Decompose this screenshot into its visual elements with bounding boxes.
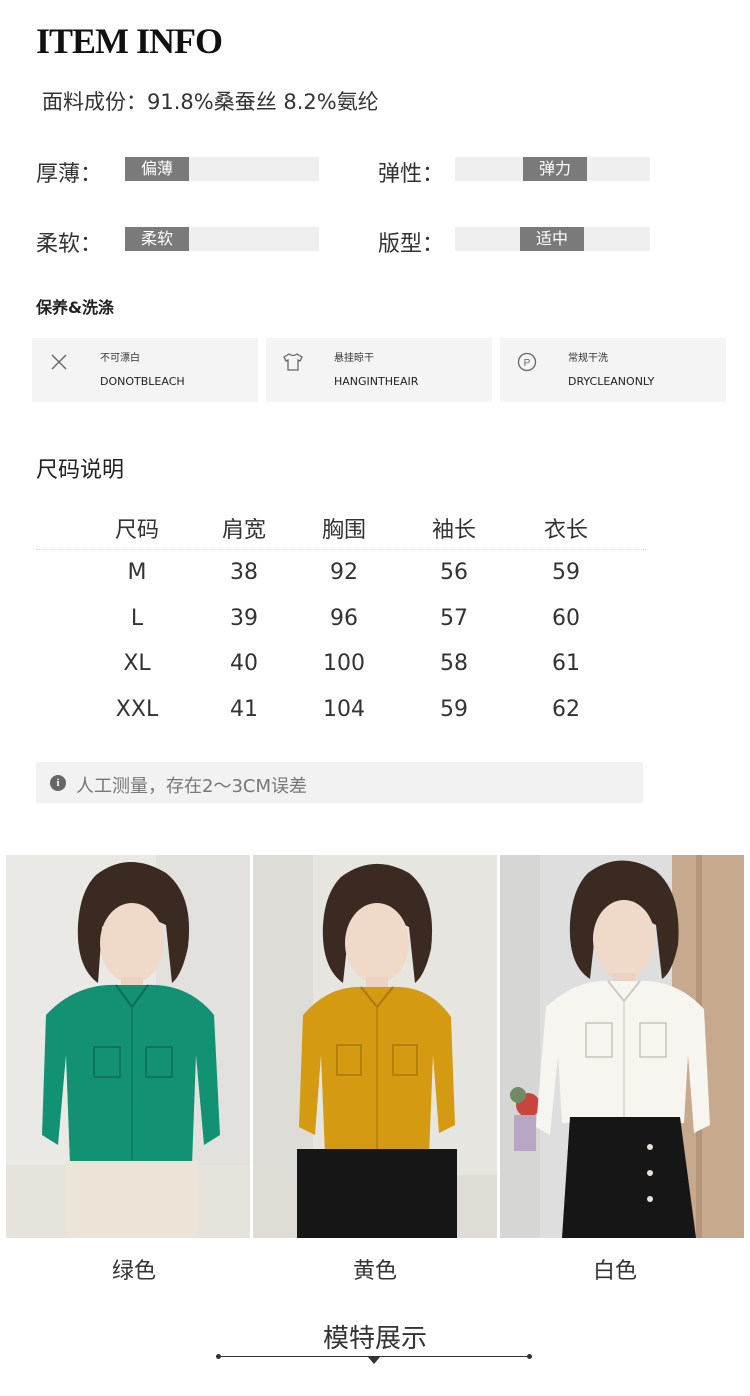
model-photo-green [6, 855, 250, 1238]
measurement-note-text: 人工测量，存在2～3CM误差 [76, 776, 308, 797]
thickness-label: 厚薄： [36, 162, 103, 187]
table-cell: 58 [440, 651, 468, 676]
table-row: XL 40 100 58 61 [36, 641, 646, 687]
fit-bar: 适中 [455, 227, 650, 251]
no-bleach-icon [51, 354, 67, 370]
table-cell: 59 [440, 696, 468, 722]
table-cell: 38 [230, 560, 258, 585]
care-cn-label: 常规干洗 [568, 353, 608, 364]
measurement-note: i 人工测量，存在2～3CM误差 [36, 762, 643, 803]
table-cell: 57 [440, 605, 468, 631]
table-cell: XXL [115, 696, 159, 722]
fit-label: 版型： [378, 232, 445, 257]
hang-dry-shirt-icon [283, 353, 303, 371]
size-chart-title: 尺码说明 [36, 458, 125, 483]
divider-arrow-icon [368, 1357, 380, 1364]
care-en-label: HANGINTHEAIR [334, 375, 419, 388]
elasticity-label: 弹性： [378, 162, 445, 187]
svg-text:P: P [524, 358, 531, 369]
table-cell: L [130, 605, 144, 631]
softness-bar: 柔软 [125, 227, 319, 251]
thickness-bar: 偏薄 [125, 157, 319, 181]
table-cell: 100 [323, 651, 365, 676]
elasticity-value: 弹力 [523, 157, 587, 181]
header-cell: 袖长 [431, 518, 476, 543]
care-card-no-bleach: 不可漂白 DONOTBLEACH [32, 338, 258, 402]
header-cell: 衣长 [543, 518, 588, 543]
model-photo-yellow [253, 855, 497, 1238]
color-label-yellow: 黄色 [352, 1259, 397, 1284]
table-row: L 39 96 57 60 [36, 596, 646, 642]
table-cell: XL [123, 651, 151, 676]
care-cn-label: 悬挂晾干 [334, 353, 374, 364]
table-row: M 38 92 56 59 [36, 550, 646, 596]
table-cell: 59 [552, 560, 580, 585]
care-en-label: DRYCLEANONLY [568, 375, 655, 388]
divider-dot-right [527, 1354, 532, 1359]
size-table-header: 尺码 肩宽 胸围 袖长 衣长 [36, 505, 646, 550]
table-cell: 61 [552, 651, 580, 676]
softness-value: 柔软 [125, 227, 189, 251]
page-title: ITEM INFO [36, 21, 223, 61]
elasticity-bar: 弹力 [455, 157, 650, 181]
table-cell: M [127, 560, 147, 585]
model-photo-white [500, 855, 744, 1238]
table-cell: 60 [552, 605, 580, 631]
table-cell: 56 [440, 560, 468, 585]
table-cell: 96 [330, 605, 358, 631]
table-cell: 41 [230, 696, 258, 722]
header-cell: 胸围 [321, 518, 366, 543]
size-table: 尺码 肩宽 胸围 袖长 衣长 M 38 92 56 59 L 39 96 57 … [36, 505, 646, 732]
care-card-dry-clean: P 常规干洗 DRYCLEANONLY [500, 338, 726, 402]
dry-clean-p-icon: P [517, 352, 537, 372]
table-cell: 104 [323, 696, 365, 722]
table-cell: 39 [230, 605, 258, 631]
softness-label: 柔软： [36, 232, 103, 257]
info-icon: i [50, 775, 66, 791]
fit-value: 适中 [520, 227, 584, 251]
table-row: XXL 41 104 59 62 [36, 687, 646, 733]
color-label-white: 白色 [592, 1259, 637, 1284]
fabric-composition: 面料成份：91.8%桑蚕丝 8.2%氨纶 [42, 90, 379, 114]
divider-dot-left [216, 1354, 221, 1359]
thickness-value: 偏薄 [125, 157, 189, 181]
color-label-green: 绿色 [111, 1259, 156, 1284]
table-cell: 62 [552, 696, 580, 722]
care-cn-label: 不可漂白 [100, 353, 140, 364]
model-section-title: 模特展示 [322, 1324, 427, 1354]
table-cell: 40 [230, 651, 258, 676]
care-card-hang-dry: 悬挂晾干 HANGINTHEAIR [266, 338, 492, 402]
care-en-label: DONOTBLEACH [100, 375, 185, 388]
table-cell: 92 [330, 560, 358, 585]
header-cell: 肩宽 [221, 518, 266, 543]
care-title: 保养&洗涤 [36, 298, 114, 317]
header-cell: 尺码 [114, 518, 159, 543]
